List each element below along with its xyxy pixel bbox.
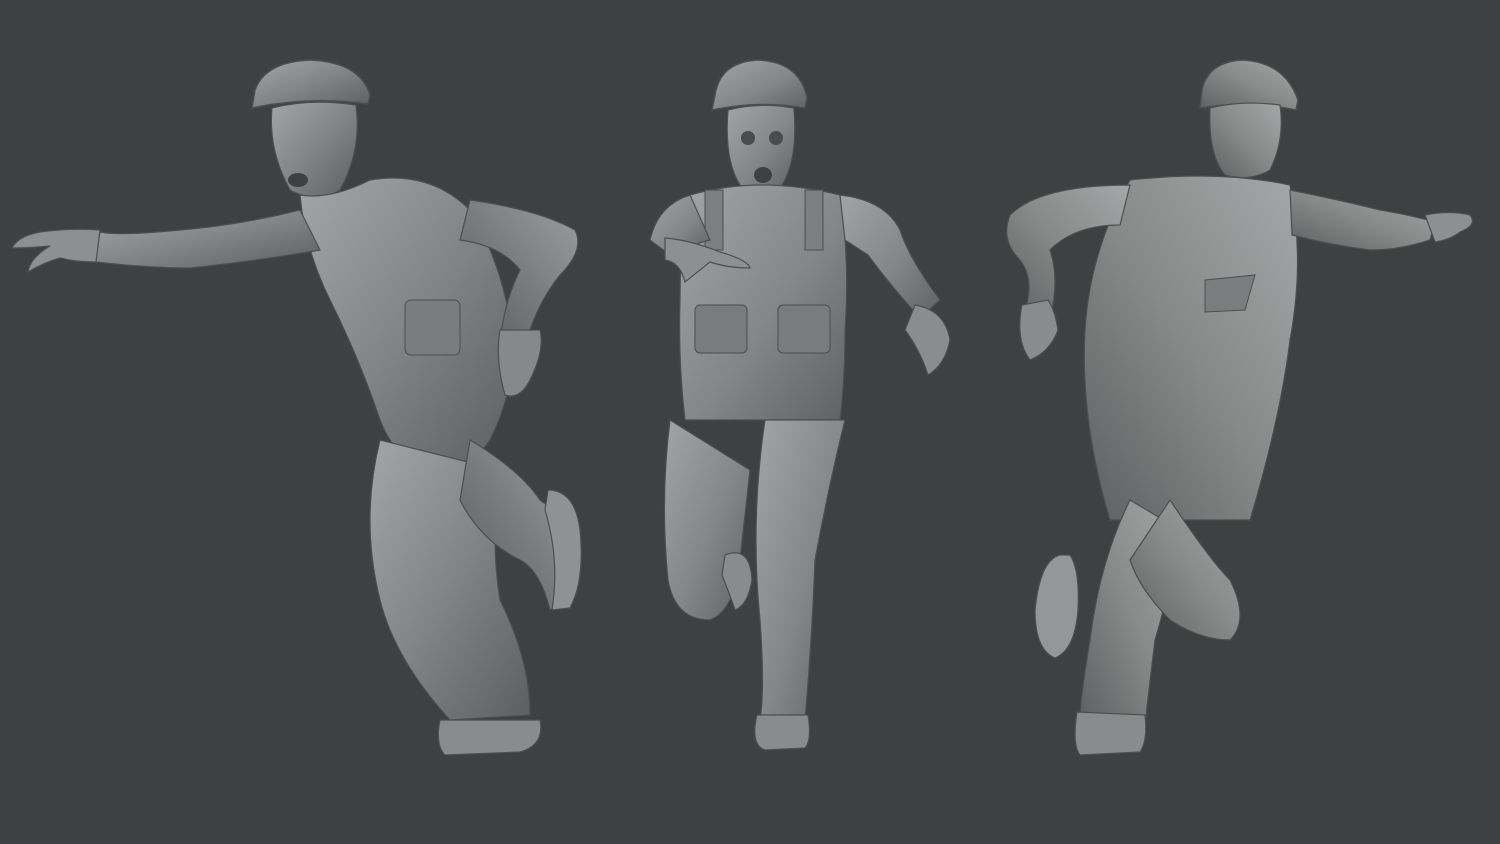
zombie-sculpt-back-view bbox=[980, 0, 1500, 844]
zombie-figure-front-view-icon bbox=[649, 59, 951, 751]
zombie-sculpt-side-view bbox=[0, 0, 600, 844]
zombie-figure-side-view-icon bbox=[11, 59, 582, 756]
zombie-figure-back-view-icon bbox=[1006, 59, 1473, 756]
render-viewport bbox=[0, 0, 1500, 844]
zombie-sculpt-front-view bbox=[600, 0, 980, 844]
